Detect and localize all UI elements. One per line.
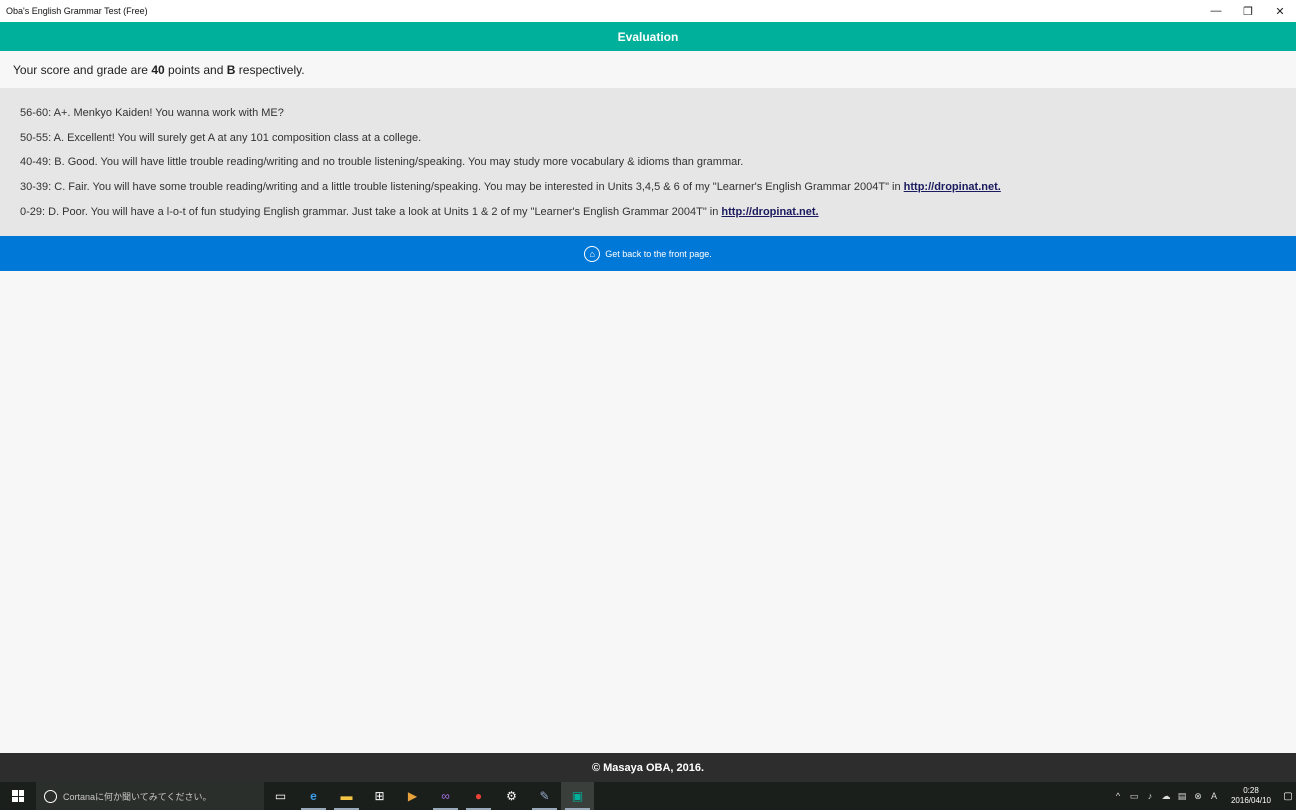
window-title: Oba's English Grammar Test (Free) <box>6 6 148 16</box>
cortana-search-box[interactable]: Cortanaに何か聞いてみてください。 <box>36 782 264 810</box>
clock-time: 0:28 <box>1243 786 1259 795</box>
score-middle: points and <box>168 62 224 77</box>
grade-row-a-plus: 56-60: A+. Menkyo Kaiden! You wanna work… <box>20 107 284 119</box>
cortana-icon <box>44 789 57 803</box>
system-tray: ^ ▭ ♪ ☁ ▤ ⊗ A 0:28 2016/04/10 ▢ <box>1110 782 1296 810</box>
page-header: Evaluation <box>0 22 1296 51</box>
task-view-icon[interactable]: ▭ <box>264 782 297 810</box>
back-to-front-button[interactable]: ⌂ Get back to the front page. <box>0 236 1296 271</box>
windows-icon <box>12 790 24 802</box>
blocked-icon[interactable]: ⊗ <box>1190 791 1206 802</box>
grade-row-a: 50-55: A. Excellent! You will surely get… <box>20 131 422 144</box>
footer: © Masaya OBA, 2016. <box>0 753 1296 782</box>
action-center-icon[interactable]: ▢ <box>1280 791 1296 802</box>
start-button[interactable] <box>0 782 36 810</box>
clock-date: 2016/04/10 <box>1230 796 1272 805</box>
page-title: Evaluation <box>617 29 679 44</box>
score-summary: Your score and grade are 40 points and B… <box>0 51 1296 88</box>
score-suffix: respectively. <box>238 62 305 77</box>
settings-icon[interactable]: ⚙ <box>495 782 528 810</box>
score-prefix: Your score and grade are <box>13 62 148 77</box>
store-icon[interactable]: ⊞ <box>363 782 396 810</box>
visual-studio-icon[interactable]: ∞ <box>429 782 462 810</box>
grade-row-d: 0-29: D. Poor. You will have a l-o-t of … <box>20 205 819 218</box>
minimize-button[interactable]: — <box>1200 0 1232 22</box>
ime-icon[interactable]: A <box>1206 791 1222 801</box>
grade-row-b: 40-49: B. Good. You will have little tro… <box>20 156 744 169</box>
back-label: Get back to the front page. <box>605 248 712 259</box>
chrome-icon[interactable]: ● <box>462 782 495 810</box>
grammar-test-app-icon[interactable]: ▣ <box>561 782 594 810</box>
volume-icon[interactable]: ♪ <box>1142 791 1158 801</box>
cortana-placeholder: Cortanaに何か聞いてみてください。 <box>63 791 212 802</box>
clock[interactable]: 0:28 2016/04/10 <box>1224 786 1278 806</box>
score-grade: B <box>226 62 236 77</box>
grade-list: 56-60: A+. Menkyo Kaiden! You wanna work… <box>0 88 1296 236</box>
network-icon[interactable]: ▭ <box>1126 791 1142 802</box>
dropinat-link[interactable]: http://dropinat.net. <box>721 206 818 218</box>
dropinat-link[interactable]: http://dropinat.net. <box>904 181 1001 193</box>
file-explorer-icon[interactable]: ▬ <box>330 782 363 810</box>
close-button[interactable]: ✕ <box>1264 0 1296 22</box>
grade-row-c: 30-39: C. Fair. You will have some troub… <box>20 181 1001 194</box>
restore-button[interactable]: ❐ <box>1232 0 1264 22</box>
copyright-text: © Masaya OBA, 2016. <box>591 761 705 774</box>
home-icon: ⌂ <box>584 245 601 262</box>
taskbar: Cortanaに何か聞いてみてください。 ▭ e ▬ ⊞ ▶ ∞ ● ⚙ ✎ ▣… <box>0 782 1296 810</box>
edge-icon[interactable]: e <box>297 782 330 810</box>
score-points: 40 <box>151 62 165 77</box>
chevron-up-icon[interactable]: ^ <box>1110 791 1126 801</box>
paint-icon[interactable]: ✎ <box>528 782 561 810</box>
message-icon[interactable]: ▤ <box>1174 791 1190 802</box>
media-player-icon[interactable]: ▶ <box>396 782 429 810</box>
onedrive-icon[interactable]: ☁ <box>1158 791 1174 802</box>
title-bar: Oba's English Grammar Test (Free) — ❐ ✕ <box>0 0 1296 22</box>
